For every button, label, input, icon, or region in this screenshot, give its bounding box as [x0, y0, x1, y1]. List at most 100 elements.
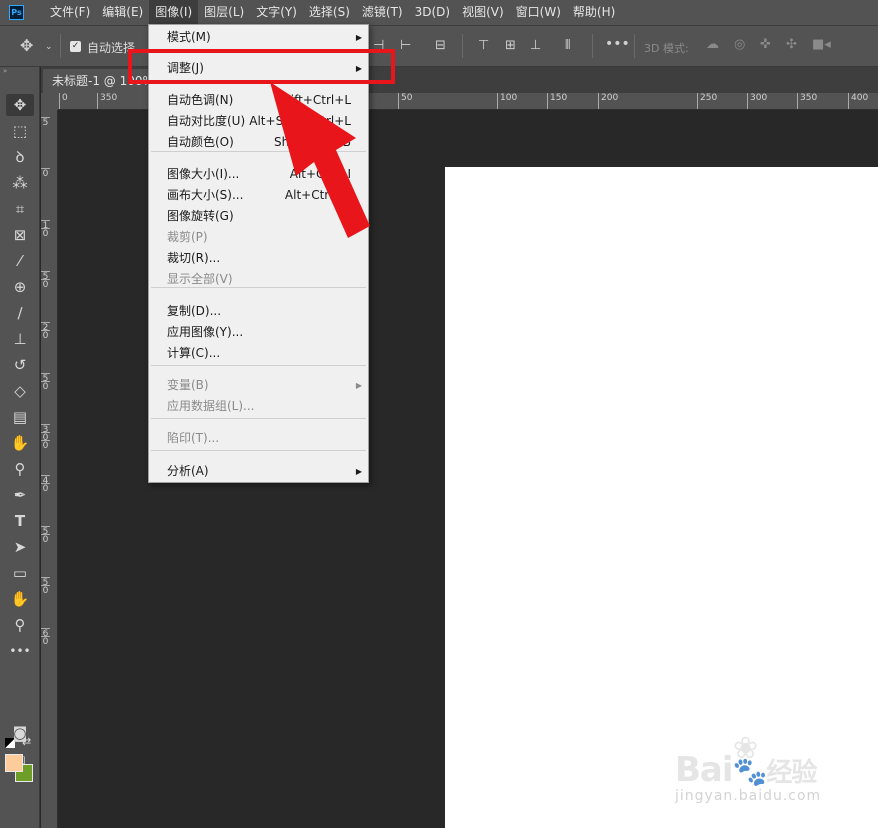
- menu-separator: [151, 365, 366, 366]
- align-horizontal-centers-icon[interactable]: ⊢: [400, 39, 411, 53]
- frame-tool-icon[interactable]: ⊠: [6, 224, 34, 246]
- ruler-tick-label: 0: [41, 585, 50, 596]
- menu-item[interactable]: 选择(S): [303, 0, 356, 25]
- foreground-color-swatch[interactable]: [5, 754, 23, 772]
- edit-toolbar-icon[interactable]: •••: [6, 640, 34, 662]
- type-tool-icon[interactable]: T: [6, 510, 34, 532]
- healing-brush-tool-icon[interactable]: ⊕: [6, 276, 34, 298]
- menu-item-label: 自动颜色(O): [167, 135, 234, 149]
- ruler-tick-label: 100: [497, 93, 517, 109]
- brush-tool-icon[interactable]: ∕: [6, 302, 34, 324]
- image-menu-item[interactable]: 分析(A) ▶: [149, 461, 368, 482]
- 3d-scale-camera-icon[interactable]: ■◂: [812, 38, 831, 52]
- ruler-tick-label: 50: [398, 93, 412, 109]
- ruler-tick-label: 0: [41, 279, 50, 290]
- more-options-icon[interactable]: •••: [605, 37, 630, 51]
- menu-item[interactable]: 视图(V): [456, 0, 510, 25]
- menu-item-label: 图像大小(I)...: [167, 167, 240, 181]
- ruler-tick-label: 0: [41, 534, 50, 545]
- collapse-panel-icon[interactable]: »: [3, 67, 37, 75]
- align-bottom-edges-icon[interactable]: ⊥: [530, 39, 541, 53]
- quick-mask-icon[interactable]: ◙: [6, 722, 34, 744]
- watermark-brand: Bai🐾经验: [675, 750, 817, 790]
- submenu-arrow-icon: ▶: [355, 467, 362, 476]
- eraser-tool-icon[interactable]: ◇: [6, 380, 34, 402]
- image-menu-item[interactable]: 计算(C)...: [149, 343, 368, 364]
- 3d-slide-icon[interactable]: ✣: [786, 38, 797, 52]
- crop-tool-icon[interactable]: ⌗: [6, 198, 34, 220]
- ruler-tick-label: 0: [41, 440, 50, 451]
- menu-item-label: 图像旋转(G): [167, 209, 234, 223]
- photoshop-logo-icon: Ps: [9, 5, 24, 20]
- auto-select-checkbox[interactable]: ✓: [70, 41, 81, 52]
- menu-item[interactable]: 文件(F): [44, 0, 96, 25]
- blur-tool-icon[interactable]: ✋: [6, 432, 34, 454]
- watermark-site: jingyan.baidu.com: [675, 788, 822, 804]
- submenu-arrow-icon: ▶: [355, 381, 362, 390]
- rectangle-tool-icon[interactable]: ▭: [6, 562, 34, 584]
- menu-items: 文件(F) 编辑(E) 图像(I) 图层(L) 文字(Y) 选择(S) 滤镜(T) 3D(D)…: [44, 0, 621, 25]
- vertical-ruler[interactable]: 501050205030040505060: [41, 110, 58, 828]
- ruler-origin[interactable]: [41, 93, 58, 110]
- lasso-tool-icon[interactable]: ꝺ: [6, 146, 34, 168]
- menu-item[interactable]: 窗口(W): [510, 0, 567, 25]
- dodge-tool-icon[interactable]: ⚲: [6, 458, 34, 480]
- hand-tool-icon[interactable]: ✋: [6, 588, 34, 610]
- menu-item[interactable]: 帮助(H): [567, 0, 621, 25]
- path-selection-tool-icon[interactable]: ➤: [6, 536, 34, 558]
- distribute-vertical-icon[interactable]: ⫴: [565, 39, 570, 53]
- menu-item[interactable]: 编辑(E): [96, 0, 149, 25]
- document-canvas[interactable]: [445, 167, 878, 828]
- eyedropper-tool-icon[interactable]: ⁄: [6, 250, 34, 272]
- image-menu-item[interactable]: 应用图像(Y)...: [149, 322, 368, 343]
- clone-stamp-tool-icon[interactable]: ⊥: [6, 328, 34, 350]
- baidu-jingyan-watermark: ❀ Bai🐾经验 jingyan.baidu.com: [675, 732, 875, 822]
- menu-item-label: 应用图像(Y)...: [167, 325, 244, 339]
- image-menu-item[interactable]: 复制(D)...: [149, 301, 368, 322]
- image-menu-item[interactable]: 模式(M) ▶: [149, 27, 368, 48]
- magic-wand-tool-icon[interactable]: ⁂: [6, 172, 34, 194]
- align-vertical-centers-icon[interactable]: ⊞: [505, 39, 516, 53]
- move-tool-icon[interactable]: ✥: [6, 94, 34, 116]
- ruler-tick-label: 5: [41, 117, 50, 128]
- image-menu-item[interactable]: 裁切(R)...: [149, 248, 368, 269]
- 3d-pan-icon[interactable]: ✜: [760, 38, 771, 52]
- menu-bar: Ps 文件(F) 编辑(E) 图像(I) 图层(L) 文字(Y) 选择(S) 滤镜(T) 3D…: [0, 0, 878, 25]
- ruler-tick-label: 350: [97, 93, 117, 109]
- move-tool-icon[interactable]: ✥: [20, 38, 33, 54]
- ruler-tick-label: 400: [848, 93, 868, 109]
- menu-item[interactable]: 文字(Y): [250, 0, 303, 25]
- ruler-tick-label: 200: [598, 93, 618, 109]
- gradient-tool-icon[interactable]: ▤: [6, 406, 34, 428]
- tool-preset-chevron-down-icon[interactable]: ⌄: [45, 40, 53, 54]
- ruler-tick-label: 0: [59, 93, 68, 109]
- menu-item[interactable]: 3D(D): [409, 0, 456, 25]
- menu-item[interactable]: 图像(I): [149, 0, 199, 25]
- zoom-tool-icon[interactable]: ⚲: [6, 614, 34, 636]
- menu-item-label: 裁剪(P): [167, 230, 208, 244]
- pen-tool-icon[interactable]: ✒: [6, 484, 34, 506]
- ruler-tick-label: 300: [747, 93, 767, 109]
- menu-item-label: 变量(B): [167, 378, 209, 392]
- menu-item-label: 模式(M): [167, 30, 211, 44]
- distribute-horizontal-icon[interactable]: ⊟: [435, 39, 446, 53]
- menu-item-label: 显示全部(V): [167, 272, 233, 286]
- ruler-tick-label: 350: [797, 93, 817, 109]
- menu-item-label: 裁切(R)...: [167, 251, 221, 265]
- history-brush-tool-icon[interactable]: ↺: [6, 354, 34, 376]
- menu-item[interactable]: 滤镜(T): [356, 0, 409, 25]
- menu-item-label: 自动对比度(U): [167, 114, 246, 128]
- marquee-tool-icon[interactable]: ⬚: [6, 120, 34, 142]
- menu-item-label: 自动色调(N): [167, 93, 234, 107]
- menu-item-label: 画布大小(S)...: [167, 188, 244, 202]
- menu-item-label: 应用数据组(L)...: [167, 399, 255, 413]
- 3d-roll-icon[interactable]: ◎: [734, 38, 745, 52]
- menu-separator: [151, 418, 366, 419]
- menu-item[interactable]: 图层(L): [198, 0, 250, 25]
- menu-item-label: 分析(A): [167, 464, 209, 478]
- options-divider: [60, 34, 61, 58]
- ruler-tick-label: 0: [41, 330, 50, 341]
- ruler-tick-label: 0: [41, 228, 50, 239]
- 3d-orbit-icon[interactable]: ☁: [706, 38, 719, 52]
- align-top-edges-icon[interactable]: ⊤: [478, 39, 489, 53]
